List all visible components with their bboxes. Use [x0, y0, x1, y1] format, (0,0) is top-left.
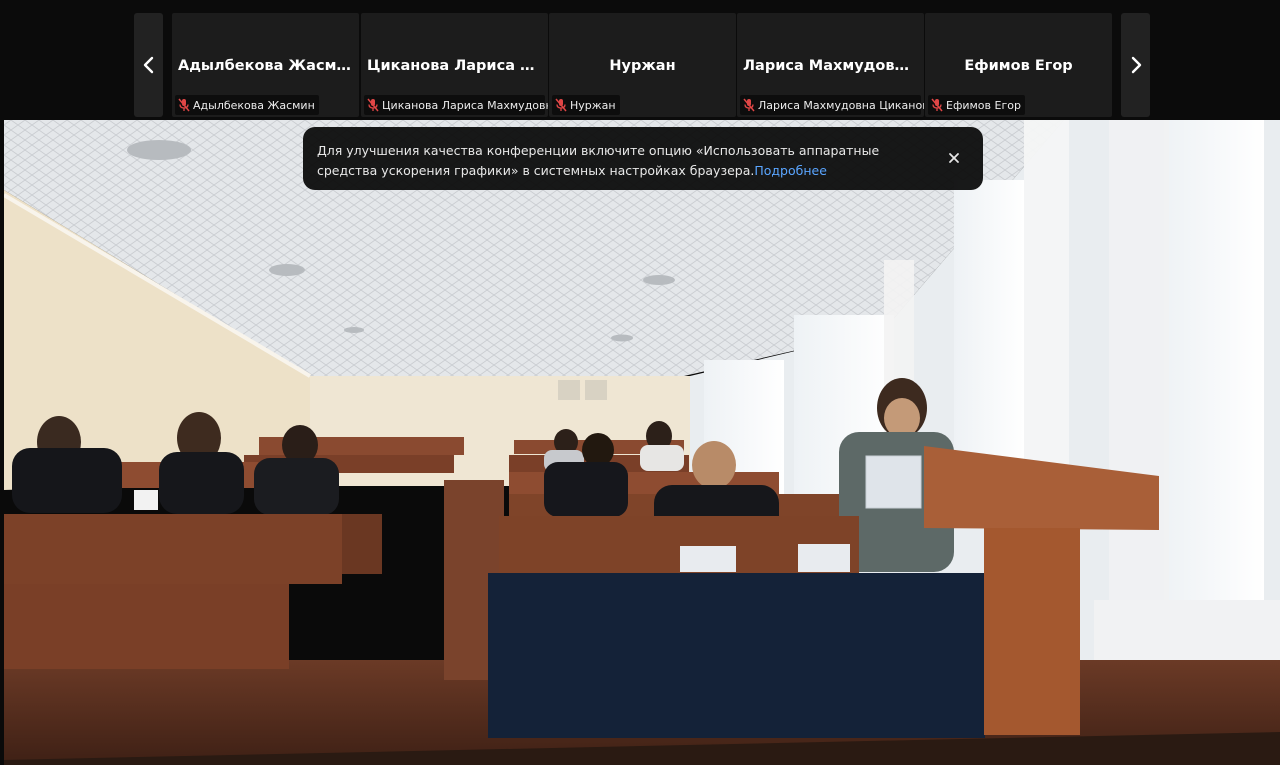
participant-label: Ефимов Егор	[928, 95, 1025, 115]
participant-tile[interactable]: Циканова Лариса Мах... Циканова Лариса М…	[361, 13, 548, 117]
participant-name: Ефимов Егор	[964, 58, 1073, 74]
mic-off-icon	[555, 98, 567, 112]
prev-participants-button[interactable]	[134, 13, 163, 117]
participant-label-text: Ефимов Егор	[946, 98, 1021, 112]
participant-label: Нуржан	[552, 95, 620, 115]
participant-label: Лариса Махмудовна Циканова	[740, 95, 924, 115]
next-participants-button[interactable]	[1121, 13, 1150, 117]
participant-label-text: Циканова Лариса Махмудовна	[382, 98, 548, 112]
mic-off-icon	[178, 98, 190, 112]
participant-name: Адылбекова Жасмин	[178, 58, 353, 74]
participant-label-text: Нуржан	[570, 98, 616, 112]
participants-strip: Адылбекова Жасмин Адылбекова Жасмин Цика…	[0, 0, 1280, 120]
participant-label: Циканова Лариса Махмудовна	[364, 95, 548, 115]
participant-label-text: Адылбекова Жасмин	[193, 98, 315, 112]
participant-name: Циканова Лариса Мах...	[367, 58, 542, 74]
participant-tile[interactable]: Ефимов Егор Ефимов Егор	[925, 13, 1112, 117]
participant-tile[interactable]: Лариса Махмудовна Ц... Лариса Махмудовна…	[737, 13, 924, 117]
main-video[interactable]	[4, 120, 1280, 765]
participant-label: Адылбекова Жасмин	[175, 95, 319, 115]
participant-name: Лариса Махмудовна Ц...	[743, 58, 918, 74]
classroom-video-frame	[4, 120, 1280, 765]
chevron-right-icon	[1131, 56, 1141, 74]
hardware-acceleration-notice: Для улучшения качества конференции включ…	[303, 127, 983, 190]
participant-tile[interactable]: Нуржан Нуржан	[549, 13, 736, 117]
more-info-link[interactable]: Подробнее	[754, 163, 827, 178]
chevron-left-icon	[143, 56, 153, 74]
mic-off-icon	[931, 98, 943, 112]
close-icon[interactable]	[945, 149, 963, 167]
participant-name: Нуржан	[609, 58, 676, 74]
participant-label-text: Лариса Махмудовна Циканова	[758, 98, 924, 112]
participant-tile[interactable]: Адылбекова Жасмин Адылбекова Жасмин	[172, 13, 359, 117]
mic-off-icon	[367, 98, 379, 112]
mic-off-icon	[743, 98, 755, 112]
